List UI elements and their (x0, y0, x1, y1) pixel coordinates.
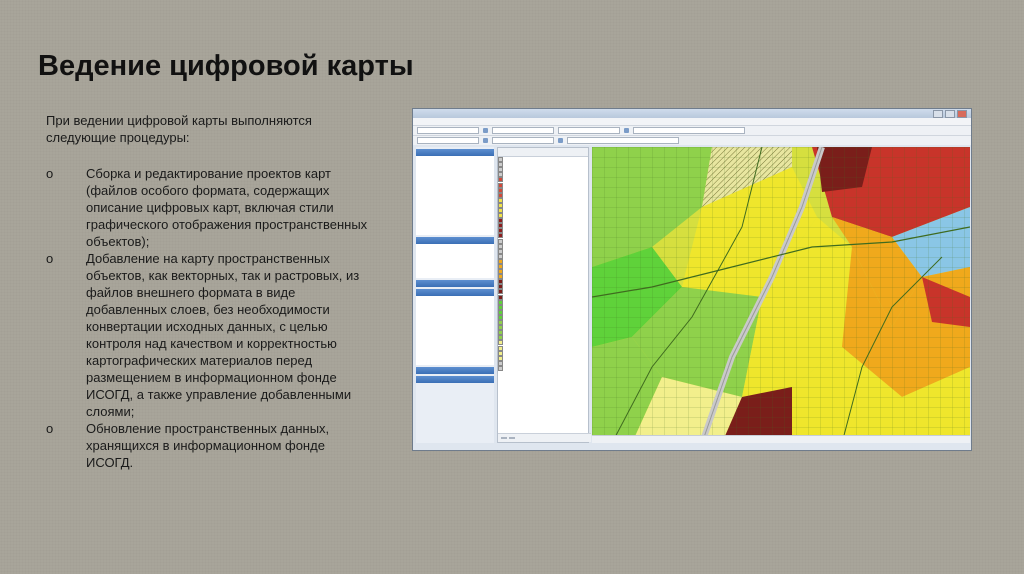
tab-groups (509, 437, 515, 439)
gis-app-screenshot (412, 108, 972, 451)
intro-text: При ведении цифровой карты выполняются с… (46, 113, 312, 145)
bullet-marker: o (46, 421, 54, 436)
status-bar (592, 435, 970, 443)
sidebar-section-header (416, 237, 494, 244)
bullet-item: o Сборка и редактирование проектов карт … (46, 165, 368, 250)
sidebar-item (420, 358, 490, 363)
map-canvas (592, 147, 970, 443)
map-view (592, 147, 970, 443)
close-icon (957, 109, 967, 118)
search-field (417, 127, 479, 134)
sidebar-section-items (416, 296, 494, 365)
layers-panel (497, 147, 591, 443)
toolbar-search (413, 125, 971, 135)
bullet-text: Добавление на карту пространственных объ… (86, 251, 360, 419)
sidebar-item (420, 271, 490, 276)
layers-footer-tabs (498, 433, 591, 442)
object-search-field (633, 127, 745, 134)
sidebar-section-header (416, 367, 494, 374)
bullet-item: o Обновление пространственных данных, хр… (46, 420, 368, 471)
zoom-icon (483, 138, 488, 143)
slide-body: При ведении цифровой карты выполняются с… (46, 112, 368, 471)
sidebar-section-items (416, 244, 494, 278)
minimize-icon (933, 109, 943, 118)
sidebar-section-header (416, 289, 494, 296)
bullet-text: Сборка и редактирование проектов карт (ф… (86, 166, 368, 249)
toolbar-objects (413, 135, 971, 145)
search-icon (483, 128, 488, 133)
sidebar-panel (416, 147, 494, 443)
layers-toolbar (498, 148, 588, 157)
layer-item (498, 365, 588, 371)
parcel-grid (592, 147, 970, 443)
window-controls (933, 109, 967, 118)
tab-layers (501, 437, 507, 439)
bullet-marker: o (46, 251, 54, 266)
map-icon (558, 138, 563, 143)
maximize-icon (945, 109, 955, 118)
bullet-marker: o (46, 166, 54, 181)
sidebar-item (420, 228, 490, 233)
menu-bar (413, 118, 971, 125)
binoculars-icon (624, 128, 629, 133)
bullet-item: o Добавление на карту пространственных о… (46, 250, 368, 420)
bullet-text: Обновление пространственных данных, хран… (86, 421, 330, 470)
layer-search-field (417, 137, 479, 144)
sidebar-section-header (416, 149, 494, 156)
sidebar-section-header (416, 376, 494, 383)
address-field (558, 127, 620, 134)
slide-title: Ведение цифровой карты (38, 50, 414, 82)
sidebar-section-items (416, 156, 494, 235)
layer-tree (498, 157, 588, 371)
boundary-field (567, 137, 679, 144)
street-field (492, 127, 554, 134)
object-type-field (492, 137, 554, 144)
sidebar-section-header (416, 280, 494, 287)
window-titlebar (413, 109, 971, 118)
